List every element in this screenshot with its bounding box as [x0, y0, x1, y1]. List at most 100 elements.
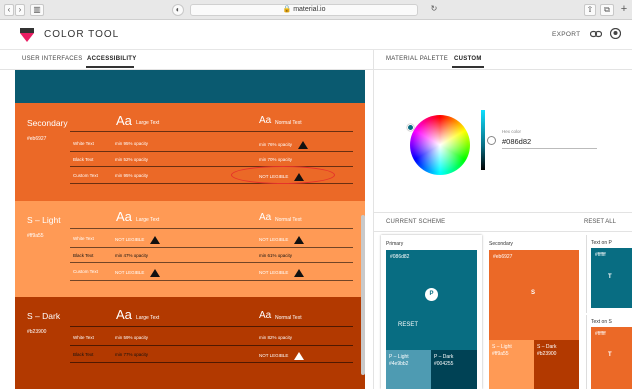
normal-text-label: Normal Text [275, 315, 302, 321]
normal-aa: Aa [259, 115, 272, 126]
text-on-s-card[interactable]: Text on S #ffffff T [586, 315, 632, 389]
reset-button[interactable]: RESET [398, 322, 418, 328]
color-swatch[interactable] [487, 136, 496, 145]
secondary-tile[interactable]: #eb6927 S [489, 250, 579, 340]
row-divider [70, 228, 353, 229]
s-light-section: S – Light #ff9a55 Aa Large Text Aa Norma… [15, 201, 365, 297]
row-label: White Text [73, 141, 94, 146]
secondary-section: Secondary #eb6927 Aa Large Text Aa Norma… [15, 103, 365, 201]
github-icon[interactable] [610, 28, 621, 39]
primary-tile[interactable]: #086d82 P RESET [386, 250, 477, 350]
s-light-tile[interactable]: S – Light #ff9a55 [489, 340, 534, 389]
tab-accessibility[interactable]: ACCESSIBILITY [87, 56, 137, 62]
scheme-divider [374, 212, 632, 213]
lightness-slider[interactable] [481, 110, 485, 170]
row-large-value: NOT LEGIBLE [115, 237, 145, 243]
link-icon[interactable] [590, 29, 602, 39]
forward-icon[interactable]: › [15, 4, 25, 16]
normal-aa: Aa [259, 212, 272, 223]
reset-all-button[interactable]: RESET ALL [584, 219, 616, 225]
primary-card[interactable]: Primary #086d82 P RESET P – Light #4e9bb… [381, 235, 482, 389]
row-label: Custom Text [73, 173, 98, 178]
large-aa: Aa [116, 209, 132, 224]
row-normal-value: NOT LEGIBLE [259, 237, 289, 243]
row-label: Custom Text [73, 269, 98, 274]
row-normal-value: min 76% opacity [259, 142, 293, 148]
panel-divider [373, 50, 374, 389]
row-label: White Text [73, 335, 94, 340]
sidebar-icon[interactable]: ▥ [30, 4, 44, 16]
s-dark-section: S – Dark #b23900 Aa Large Text Aa Normal… [15, 297, 365, 389]
highlight-ellipse [231, 166, 335, 184]
text-on-p-tile[interactable]: #ffffff T [591, 248, 632, 308]
text-on-s-badge: T [608, 352, 612, 358]
row-large-value: min 77% opacity [115, 352, 149, 357]
scrollbar[interactable] [361, 215, 365, 375]
p-light-label: P – Light [389, 354, 409, 360]
back-icon[interactable]: ‹ [4, 4, 14, 16]
tab-user-interfaces[interactable]: USER INTERFACES [22, 56, 83, 62]
tab-material-palette[interactable]: MATERIAL PALETTE [386, 56, 448, 62]
row-large-value: min 59% opacity [115, 335, 149, 340]
s-dark-hex: #b23900 [537, 351, 557, 357]
hex-input-underline [502, 148, 597, 149]
row-divider [70, 183, 353, 184]
text-on-p-card[interactable]: Text on P #ffffff T [586, 235, 632, 313]
large-text-label: Large Text [136, 217, 160, 223]
p-light-hex: #4e9bb2 [389, 361, 409, 367]
row-divider [70, 262, 353, 263]
browser-toolbar: ‹ › ▥ ◐ 🔒 material.io ↻ ⇧ ⧉ + [0, 0, 632, 20]
color-wheel-handle[interactable] [407, 124, 414, 131]
app-title: COLOR TOOL [44, 29, 120, 40]
warning-icon [150, 269, 161, 277]
s-dark-tile[interactable]: S – Dark #b23900 [534, 340, 579, 389]
row-divider [70, 247, 353, 248]
large-text-label: Large Text [136, 120, 160, 126]
p-dark-tile[interactable]: P – Dark #004255 [431, 350, 477, 389]
url-text: material.io [293, 6, 326, 13]
hex-color-input[interactable]: #086d82 [502, 137, 531, 146]
tab-indicator [86, 66, 134, 68]
row-divider [70, 131, 353, 132]
lock-icon: 🔒 [282, 6, 294, 13]
tab-indicator [452, 66, 484, 68]
warning-icon [150, 236, 161, 244]
card-label: Text on P [591, 240, 612, 246]
row-divider [70, 280, 353, 281]
shield-icon[interactable]: ◐ [172, 4, 184, 16]
row-normal-value: min 70% opacity [259, 157, 293, 162]
warning-icon [294, 269, 305, 277]
section-hex: #b23900 [27, 329, 47, 335]
large-aa: Aa [116, 307, 132, 322]
large-aa: Aa [116, 113, 132, 128]
row-divider [70, 362, 353, 363]
secondary-card[interactable]: Secondary #eb6927 S S – Light #ff9a55 S … [486, 235, 582, 389]
url-bar[interactable]: 🔒 material.io [190, 4, 418, 16]
color-tool-logo-icon [20, 28, 34, 42]
secondary-badge: S [531, 290, 536, 296]
normal-aa: Aa [259, 310, 272, 321]
large-text-label: Large Text [136, 315, 160, 321]
section-name: S – Light [27, 215, 61, 225]
row-large-value: min 95% opacity [115, 173, 149, 178]
p-dark-hex: #004255 [434, 361, 454, 367]
section-name: S – Dark [27, 311, 61, 321]
s-light-label: S – Light [492, 344, 512, 350]
row-large-value: min 95% opacity [115, 141, 149, 146]
share-icon[interactable]: ⇧ [584, 4, 596, 16]
color-wheel[interactable] [410, 115, 470, 175]
export-button[interactable]: EXPORT [552, 31, 580, 38]
text-on-p-badge: T [608, 274, 612, 280]
text-on-s-tile[interactable]: #ffffff T [591, 327, 632, 389]
warning-icon [294, 352, 305, 360]
p-light-tile[interactable]: P – Light #4e9bb2 [386, 350, 431, 389]
primary-hex: #086d82 [390, 254, 410, 260]
reload-icon[interactable]: ↻ [428, 4, 440, 16]
tab-custom[interactable]: CUSTOM [454, 56, 482, 62]
current-scheme-title: CURRENT SCHEME [386, 219, 446, 225]
primary-badge: P [425, 288, 438, 301]
row-label: Black Text [73, 253, 94, 258]
text-on-p-hex: #ffffff [595, 252, 606, 258]
tabs-icon[interactable]: ⧉ [600, 4, 614, 16]
new-tab-icon[interactable]: + [618, 4, 630, 16]
